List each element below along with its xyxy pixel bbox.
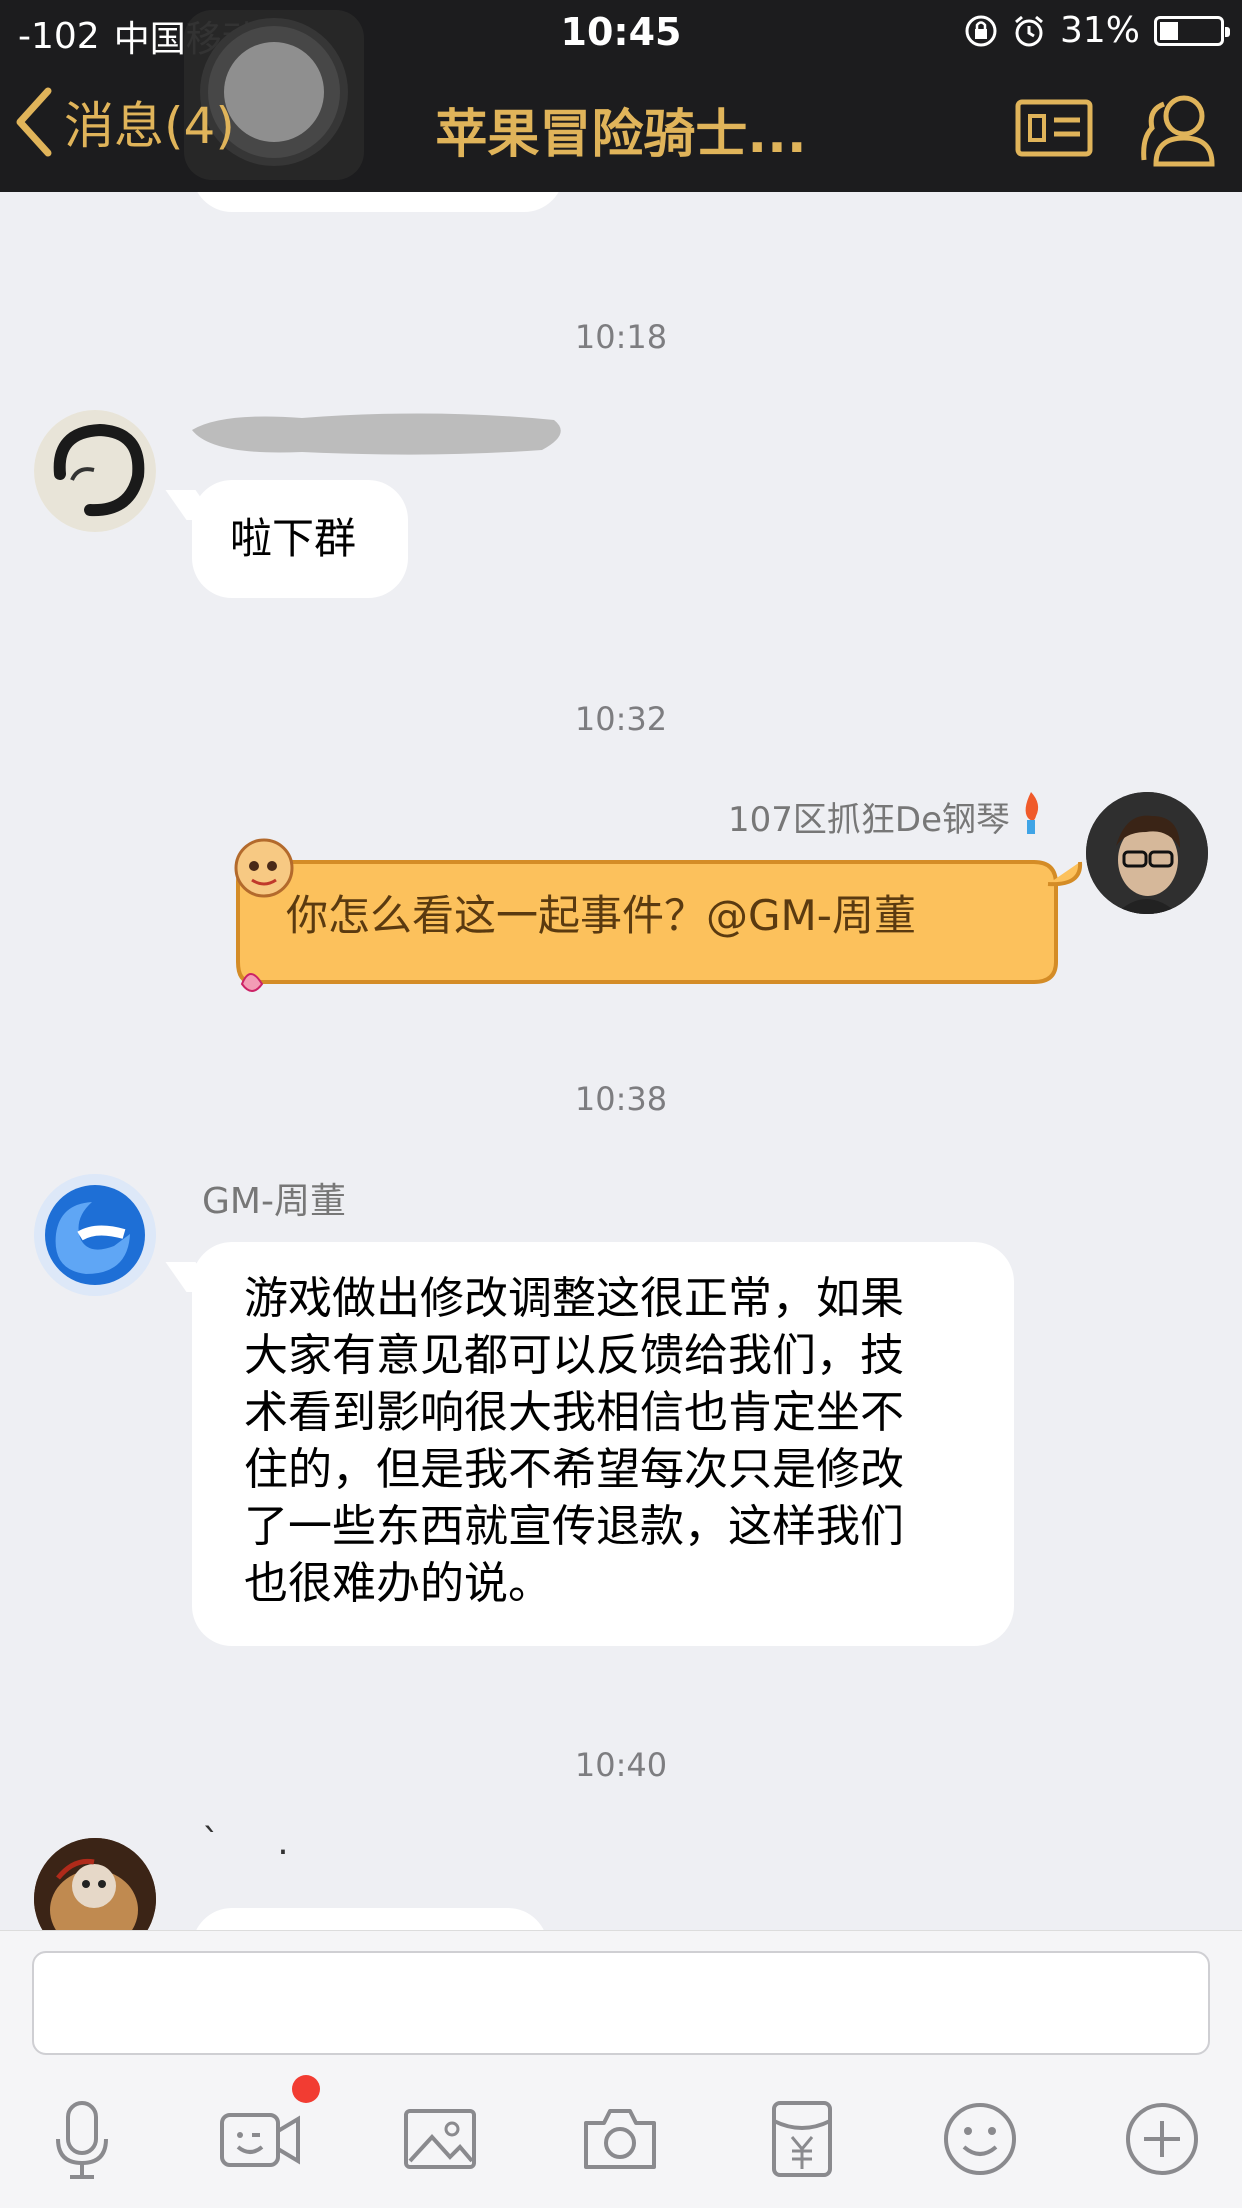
- timestamp: 10:40: [574, 1746, 668, 1784]
- navigation-bar: 消息(4) 苹果冒险骑士...: [0, 62, 1242, 192]
- group-members-icon[interactable]: [1138, 88, 1218, 168]
- rotation-lock-icon: [965, 15, 997, 46]
- avatar[interactable]: [34, 1838, 156, 1930]
- message-text: 你怎么看这一起事件？@GM-周董: [286, 891, 916, 940]
- emoji-icon[interactable]: [940, 2099, 1020, 2179]
- avatar[interactable]: [34, 410, 156, 532]
- message-line: 游戏做出修改调整这很正常，如果: [244, 1273, 904, 1324]
- image-icon[interactable]: [400, 2099, 480, 2179]
- plus-icon[interactable]: [1122, 2099, 1202, 2179]
- input-bar: [0, 1930, 1242, 2208]
- chat-area[interactable]: 10:18 啦下群 10:32 107区抓狂De钢琴 你怎么看这一起事件？@GM…: [0, 192, 1242, 1930]
- top-bar: -102 中国移动 10:45 31%: [0, 0, 1242, 192]
- message-line: 大家有意见都可以反馈给我们，技: [244, 1330, 904, 1381]
- message-line: 了一些东西就宣传退款，这样我们: [244, 1501, 904, 1552]
- message-bubble[interactable]: 啦下群: [192, 480, 408, 598]
- avatar[interactable]: [34, 1174, 156, 1296]
- avatar[interactable]: [1086, 792, 1208, 914]
- alarm-icon: [1015, 15, 1043, 46]
- blurred-sender-name: [192, 413, 561, 455]
- message-line: 住的，但是我不希望每次只是修改: [244, 1444, 904, 1495]
- sender-name: ` .: [202, 1822, 289, 1863]
- flame-badge-icon: [1025, 792, 1039, 834]
- timestamp: 10:18: [574, 318, 668, 356]
- message-bubble[interactable]: 游戏做出修改调整这很正常，如果 大家有意见都可以反馈给我们，技 术看到影响很大我…: [192, 1242, 1014, 1646]
- profile-card-icon[interactable]: [1014, 88, 1094, 168]
- notification-badge: [292, 2075, 320, 2103]
- video-call-icon[interactable]: [220, 2099, 300, 2179]
- timestamp: 10:32: [574, 700, 668, 738]
- battery-percent: 31%: [1059, 10, 1140, 51]
- message-bubble-partial: [192, 192, 564, 212]
- sender-name: GM-周董: [202, 1181, 346, 1222]
- red-packet-icon[interactable]: [762, 2099, 842, 2179]
- timestamp: 10:38: [574, 1080, 668, 1118]
- microphone-icon[interactable]: [42, 2099, 122, 2179]
- camera-icon[interactable]: [580, 2099, 660, 2179]
- message-bubble-partial: [192, 1908, 548, 1930]
- message-line: 术看到影响很大我相信也肯定坐不: [244, 1387, 904, 1438]
- battery-icon: [1154, 15, 1230, 46]
- message-text: 啦下群: [230, 514, 357, 563]
- message-line: 也很难办的说。: [244, 1558, 552, 1609]
- message-input[interactable]: [32, 1951, 1210, 2055]
